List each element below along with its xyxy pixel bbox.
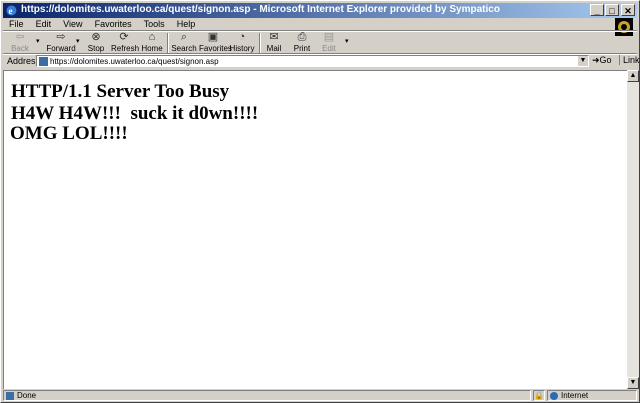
ie-logo-icon: e xyxy=(6,5,17,16)
scroll-down-icon[interactable]: ▼ xyxy=(627,377,639,389)
menu-edit[interactable]: Edit xyxy=(32,18,57,30)
forward-button[interactable]: ⇨ Forward xyxy=(43,31,79,53)
security-zone: Internet xyxy=(547,390,637,401)
address-dropdown-icon[interactable]: ▼ xyxy=(577,56,588,66)
sympatico-logo xyxy=(615,18,633,36)
status-main: Done xyxy=(3,390,531,401)
status-text: Done xyxy=(17,391,37,400)
history-button[interactable]: ◔ History xyxy=(229,31,255,53)
message-line-2: H4W H4W!!! suck it d0wn!!!! xyxy=(11,103,259,124)
printer-icon: ⎙ xyxy=(297,31,307,43)
close-button[interactable]: ✕ xyxy=(621,4,635,16)
page-content: HTTP/1.1 Server Too Busy H4W H4W!!! suck… xyxy=(3,70,627,389)
menu-file[interactable]: File xyxy=(5,18,29,30)
address-bar: Address https://dolomites.uwaterloo.ca/q… xyxy=(3,55,640,68)
status-bar: Done 🔒 Internet xyxy=(3,390,637,402)
mail-icon: ✉ xyxy=(269,31,279,43)
menu-tools[interactable]: Tools xyxy=(140,18,170,30)
favorites-icon: ▣ xyxy=(207,31,219,43)
print-button[interactable]: ⎙ Print xyxy=(291,31,313,53)
favorites-button[interactable]: ▣ Favorites xyxy=(199,31,232,53)
page-icon xyxy=(39,57,48,66)
stop-button[interactable]: ⊗ Stop xyxy=(85,31,107,53)
edit-button[interactable]: ▤ Edit xyxy=(319,31,339,53)
go-arrow-icon: ➜ xyxy=(592,55,600,65)
go-button[interactable]: ➜Go xyxy=(592,55,612,66)
refresh-icon: ⟳ xyxy=(119,31,129,43)
home-icon: ⌂ xyxy=(148,31,156,43)
links-button[interactable]: Links xyxy=(619,55,640,65)
title-bar[interactable]: e https://dolomites.uwaterloo.ca/quest/s… xyxy=(3,3,637,18)
window-title: https://dolomites.uwaterloo.ca/quest/sig… xyxy=(21,4,500,15)
zone-text: Internet xyxy=(561,391,589,400)
scroll-up-icon[interactable]: ▲ xyxy=(627,70,639,82)
minimize-button[interactable]: _ xyxy=(590,4,604,16)
menu-view[interactable]: View xyxy=(59,18,87,30)
search-icon: ⌕ xyxy=(180,31,188,43)
back-arrow-icon: ⇦ xyxy=(15,31,25,43)
padlock-icon: 🔒 xyxy=(533,390,545,401)
done-page-icon xyxy=(6,392,14,400)
address-url: https://dolomites.uwaterloo.ca/quest/sig… xyxy=(50,57,219,66)
address-input[interactable]: https://dolomites.uwaterloo.ca/quest/sig… xyxy=(36,55,589,67)
edit-icon: ▤ xyxy=(323,31,335,43)
error-heading: HTTP/1.1 Server Too Busy xyxy=(11,81,230,102)
globe-icon xyxy=(550,392,558,400)
stop-icon: ⊗ xyxy=(91,31,101,43)
search-button[interactable]: ⌕ Search xyxy=(171,31,197,53)
svg-text:e: e xyxy=(9,6,13,16)
back-button[interactable]: ⇦ Back xyxy=(5,31,35,53)
mail-button[interactable]: ✉ Mail xyxy=(263,31,285,53)
menu-help[interactable]: Help xyxy=(173,18,201,30)
forward-arrow-icon: ⇨ xyxy=(56,31,66,43)
history-icon: ◔ xyxy=(238,31,246,43)
toolbar-overflow-icon[interactable]: ▾ xyxy=(345,37,349,45)
vertical-scrollbar[interactable]: ▲ ▼ xyxy=(627,70,639,389)
browser-window: e https://dolomites.uwaterloo.ca/quest/s… xyxy=(0,0,640,403)
maximize-button[interactable]: □ xyxy=(605,4,619,16)
message-line-3: OMG LOL!!!! xyxy=(10,123,128,144)
forward-dropdown-icon[interactable]: ▾ xyxy=(76,37,80,45)
menu-favorites[interactable]: Favorites xyxy=(91,18,137,30)
home-button[interactable]: ⌂ Home xyxy=(141,31,163,53)
throbber-icon xyxy=(618,21,630,33)
refresh-button[interactable]: ⟳ Refresh xyxy=(111,31,139,53)
back-dropdown-icon[interactable]: ▾ xyxy=(36,37,40,45)
